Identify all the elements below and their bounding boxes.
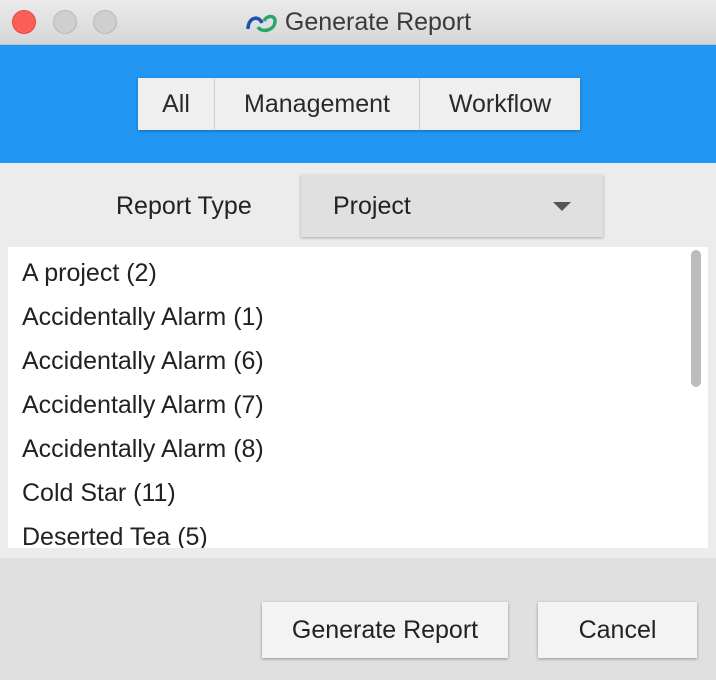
filter-header: All Management Workflow	[0, 45, 716, 163]
report-type-value: Project	[333, 192, 411, 220]
category-filter: All Management Workflow	[138, 78, 580, 130]
list-item[interactable]: Cold Star (11)	[22, 479, 176, 508]
list-item[interactable]: Deserted Tea (5)	[22, 523, 208, 548]
dropdown-arrow-icon	[553, 202, 571, 211]
list-scrollbar[interactable]	[691, 250, 701, 387]
dialog-footer: Generate Report Cancel	[0, 558, 716, 680]
window-title: Generate Report	[284, 7, 472, 36]
filter-workflow-button[interactable]: Workflow	[420, 78, 580, 130]
generate-report-window: Generate Report All Management Workflow …	[0, 0, 716, 680]
list-item[interactable]: Accidentally Alarm (8)	[22, 435, 264, 464]
list-item[interactable]: A project (2)	[22, 259, 157, 288]
project-list[interactable]: A project (2) Accidentally Alarm (1) Acc…	[8, 247, 708, 548]
filter-management-button[interactable]: Management	[215, 78, 420, 130]
filter-all-button[interactable]: All	[138, 78, 215, 130]
app-logo-icon	[246, 14, 277, 33]
cancel-button[interactable]: Cancel	[538, 602, 697, 658]
generate-report-button[interactable]: Generate Report	[262, 602, 508, 658]
title-wrap: Generate Report	[0, 0, 716, 44]
report-type-label: Report Type	[116, 192, 252, 220]
title-bar: Generate Report	[0, 0, 716, 45]
list-item[interactable]: Accidentally Alarm (6)	[22, 347, 264, 376]
list-item[interactable]: Accidentally Alarm (1)	[22, 303, 264, 332]
report-type-select[interactable]: Project	[301, 175, 603, 237]
list-item[interactable]: Accidentally Alarm (7)	[22, 391, 264, 420]
